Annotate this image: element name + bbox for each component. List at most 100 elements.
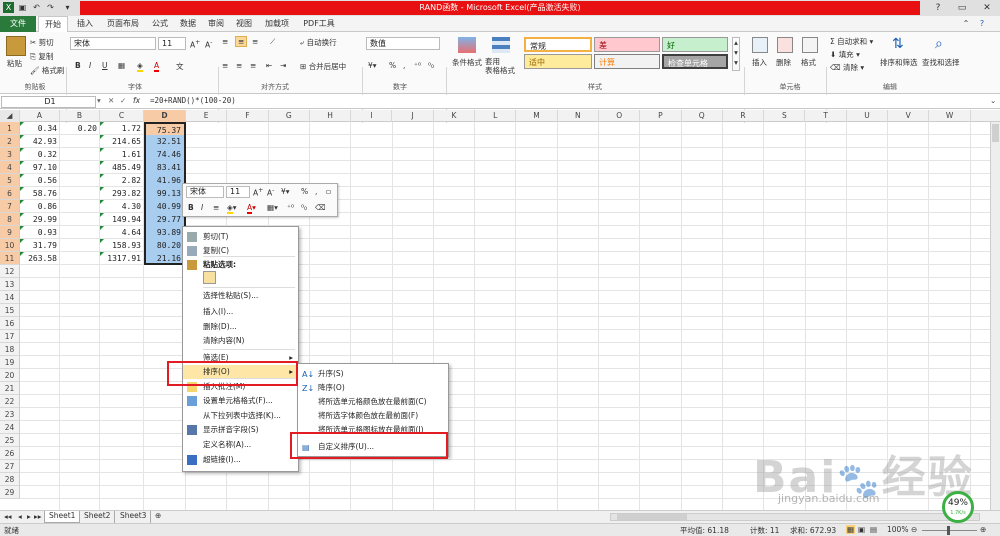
row-header[interactable]: 26 [0, 447, 20, 460]
increase-indent-icon[interactable]: ⇥ [280, 61, 286, 70]
column-header[interactable]: T [806, 110, 847, 122]
context-menu-item[interactable]: 超链接(I)... [183, 453, 298, 467]
sort-submenu-item[interactable]: A↓ 升序(S) [298, 367, 448, 381]
align-right-icon[interactable]: ≡ [250, 61, 256, 70]
column-header[interactable]: J [393, 110, 434, 122]
mini-decrease-decimal-icon[interactable]: ⁰₀ [301, 203, 307, 212]
phonetic-icon[interactable]: 文 [176, 61, 184, 72]
context-menu-item[interactable]: 清除内容(N) [183, 334, 298, 348]
column-header[interactable]: R [723, 110, 765, 122]
cell-D9[interactable]: 93.89 [144, 226, 186, 239]
cell-D4[interactable]: 83.41 [144, 161, 186, 174]
row-header[interactable]: 23 [0, 408, 20, 421]
align-middle-icon[interactable]: ≡ [235, 36, 248, 47]
row-header[interactable]: 27 [0, 460, 20, 473]
mini-italic-icon[interactable]: I [201, 203, 203, 212]
row-header[interactable]: 1 [0, 122, 20, 135]
mini-fill-color-icon[interactable]: ◈▾ [227, 203, 237, 214]
zoom-out-icon[interactable]: ⊖ [911, 525, 917, 534]
row-header[interactable]: 24 [0, 421, 20, 434]
redo-icon[interactable]: ↷ [45, 2, 56, 13]
row-header[interactable]: 2 [0, 135, 20, 148]
mini-align-icon[interactable]: ≡ [213, 203, 219, 212]
horizontal-scrollbar[interactable] [610, 513, 980, 521]
cell-C10[interactable]: 158.93 [100, 239, 144, 252]
sort-submenu-item[interactable]: 将所选单元格颜色放在最前面(C) [298, 395, 448, 409]
vertical-scroll-thumb[interactable] [992, 124, 999, 142]
column-header[interactable]: K [434, 110, 476, 122]
name-box[interactable]: D1 [1, 96, 96, 108]
context-menu-item[interactable]: 选择性粘贴(S)... [183, 289, 298, 303]
copy-button[interactable]: ⎘ 复制 [30, 51, 53, 62]
expand-formula-icon[interactable]: ⌄ [990, 96, 996, 105]
tab-insert[interactable]: 插入 [72, 16, 98, 32]
align-bottom-icon[interactable]: ≡ [252, 37, 258, 46]
mini-decrease-font-icon[interactable]: A- [267, 187, 274, 198]
column-header[interactable]: I [351, 110, 393, 122]
sheet-tab-2[interactable]: Sheet2 [80, 511, 116, 523]
styles-scroll-icon[interactable]: ▴ ▾ ▾ [732, 37, 740, 71]
context-menu-item[interactable]: 插入(I)... [183, 305, 298, 319]
cell-C2[interactable]: 214.65 [100, 135, 144, 148]
row-header[interactable]: 7 [0, 200, 20, 213]
increase-font-icon[interactable]: A+ [190, 39, 200, 50]
sheet-nav-next-icon[interactable]: ▸ [27, 512, 31, 521]
sheet-nav-first-icon[interactable]: ◂◂ [4, 512, 12, 521]
currency-icon[interactable]: ¥▾ [368, 61, 377, 70]
row-header[interactable]: 21 [0, 382, 20, 395]
row-header[interactable]: 12 [0, 265, 20, 278]
cell-C7[interactable]: 4.30 [100, 200, 144, 213]
formula-input[interactable]: =20+RAND()*(100-20) [150, 96, 236, 105]
tab-home[interactable]: 开始 [38, 16, 68, 32]
decrease-decimal-icon[interactable]: ⁰₀ [428, 61, 434, 70]
font-name-select[interactable]: 宋体 [70, 37, 156, 50]
name-box-dropdown-icon[interactable]: ▾ [97, 96, 101, 105]
cell-A2[interactable]: 42.93 [20, 135, 60, 148]
cell-C1[interactable]: 1.72 [100, 122, 144, 135]
cell-A5[interactable]: 0.56 [20, 174, 60, 187]
style-check[interactable]: 检查单元格 [662, 54, 728, 69]
row-header[interactable]: 16 [0, 317, 20, 330]
column-header[interactable]: O [599, 110, 641, 122]
vertical-scrollbar[interactable] [990, 122, 1000, 510]
tab-review[interactable]: 审阅 [204, 16, 228, 32]
context-menu-item[interactable]: 删除(D)... [183, 320, 298, 334]
column-header[interactable]: M [516, 110, 558, 122]
column-header[interactable]: C [100, 110, 144, 122]
cell-C9[interactable]: 4.64 [100, 226, 144, 239]
sort-filter-button[interactable]: 排序和筛选 [880, 57, 918, 68]
sort-submenu-item[interactable]: Z↓ 降序(O) [298, 381, 448, 395]
cell-D1[interactable]: 75.37 [144, 122, 186, 135]
decrease-indent-icon[interactable]: ⇤ [266, 61, 272, 70]
column-header[interactable]: A [20, 110, 60, 122]
context-menu-item[interactable]: 剪切(T) [183, 230, 298, 244]
column-header[interactable]: W [929, 110, 971, 122]
mini-size-select[interactable]: 11 [226, 186, 250, 198]
style-calc[interactable]: 计算 [594, 54, 660, 69]
row-header[interactable]: 18 [0, 343, 20, 356]
row-header[interactable]: 19 [0, 356, 20, 369]
decrease-font-icon[interactable]: A- [205, 39, 212, 50]
qat-dropdown-icon[interactable]: ▾ [62, 2, 73, 13]
tab-data[interactable]: 数据 [176, 16, 200, 32]
column-header[interactable]: V [888, 110, 930, 122]
cell-B1[interactable]: 0.20 [60, 122, 100, 135]
row-header[interactable]: 14 [0, 291, 20, 304]
mini-border-icon[interactable]: ▦▾ [267, 203, 278, 212]
mini-clear-format-icon[interactable]: ⌫ [315, 203, 326, 212]
paste-button[interactable]: 粘贴 [7, 58, 22, 69]
context-menu-item[interactable]: 显示拼音字段(S) [183, 423, 298, 437]
align-center-icon[interactable]: ≡ [236, 61, 242, 70]
context-menu-item[interactable]: 设置单元格格式(F)... [183, 394, 298, 408]
mini-increase-decimal-icon[interactable]: ⁺⁰ [287, 203, 294, 212]
zoom-slider-thumb[interactable] [947, 526, 950, 535]
insert-cells-button[interactable]: 插入 [752, 57, 767, 68]
tab-page-layout[interactable]: 页面布局 [102, 16, 144, 32]
cut-button[interactable]: ✂ 剪切 [30, 37, 54, 48]
cell-C4[interactable]: 485.49 [100, 161, 144, 174]
context-menu-item[interactable]: 定义名称(A)... [183, 438, 298, 452]
tab-view[interactable]: 视图 [232, 16, 256, 32]
font-color-icon[interactable]: A [154, 61, 160, 72]
style-bad[interactable]: 差 [594, 37, 660, 52]
row-header[interactable]: 3 [0, 148, 20, 161]
